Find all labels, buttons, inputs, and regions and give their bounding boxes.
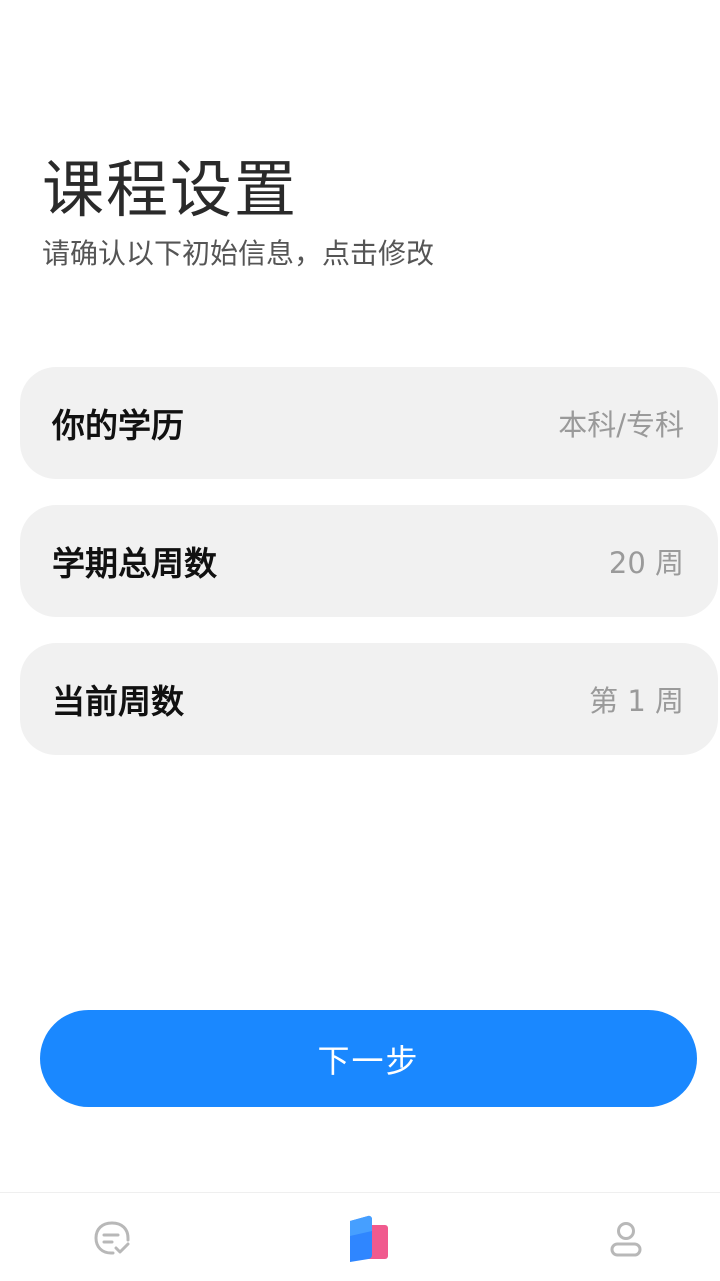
current-week-value: 第 1 周 [589,684,684,718]
nav-item-schedule[interactable] [341,1211,397,1267]
education-value: 本科/专科 [558,408,684,442]
current-week-setting-row[interactable]: 当前周数 第 1 周 [20,643,718,755]
profile-icon [610,1222,642,1257]
nav-item-profile[interactable] [598,1211,654,1267]
total-weeks-label: 学期总周数 [52,544,217,583]
total-weeks-value: 20 周 [608,546,684,580]
next-step-button[interactable]: 下一步 [40,1010,697,1107]
education-setting-row[interactable]: 你的学历 本科/专科 [20,367,718,479]
schedule-book-icon [350,1215,388,1262]
todo-check-icon [94,1221,130,1255]
current-week-label: 当前周数 [52,682,184,721]
education-label: 你的学历 [52,406,184,445]
total-weeks-setting-row[interactable]: 学期总周数 20 周 [20,505,718,617]
page-subtitle: 请确认以下初始信息，点击修改 [42,237,435,270]
nav-item-todo[interactable] [84,1211,140,1267]
page-title: 课程设置 [42,153,299,226]
bottom-nav [0,1192,720,1281]
